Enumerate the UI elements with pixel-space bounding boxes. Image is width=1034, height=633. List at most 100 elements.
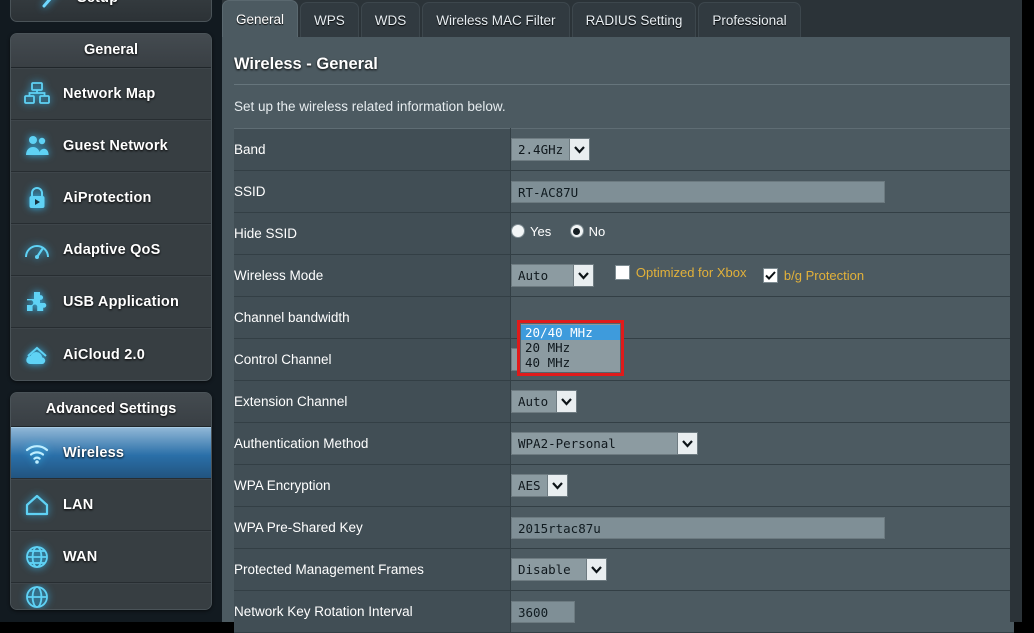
auth-method-select[interactable]: WPA2-Personal <box>511 432 698 455</box>
table-row: SSID RT-AC87U <box>234 170 1014 213</box>
wand-icon <box>25 0 77 21</box>
row-label-wireless-mode: Wireless Mode <box>234 254 511 297</box>
sidebar-item-wireless-label: Wireless <box>63 445 125 461</box>
row-label-pmf: Protected Management Frames <box>234 548 511 591</box>
table-row: Hide SSID Yes No <box>234 212 1014 255</box>
table-row: WPA Pre-Shared Key 2015rtac87u <box>234 506 1014 549</box>
tab-wireless-mac-filter[interactable]: Wireless MAC Filter <box>422 2 570 37</box>
sidebar-item-setup-label: Setup <box>77 0 118 6</box>
sidebar-item-adaptive-qos[interactable]: Adaptive QoS <box>11 224 211 276</box>
sidebar-item-lan[interactable]: LAN <box>11 479 211 531</box>
tab-professional[interactable]: Professional <box>698 2 801 37</box>
chevron-down-icon <box>586 559 606 580</box>
globe-icon <box>11 531 63 583</box>
tab-radius-setting[interactable]: RADIUS Setting <box>571 2 697 37</box>
sidebar-item-guest-network[interactable]: Guest Network <box>11 120 211 172</box>
sidebar-group-general: General Network Map Guest Network AiProt… <box>10 33 212 381</box>
guest-network-icon <box>11 120 63 172</box>
channel-bandwidth-dropdown-highlight: 20/40 MHz 20 MHz 40 MHz <box>517 320 624 376</box>
row-label-key-rotation: Network Key Rotation Interval <box>234 590 511 633</box>
table-row: WPA Encryption AES <box>234 464 1014 507</box>
row-label-channel-bandwidth: Channel bandwidth <box>234 296 511 339</box>
row-label-wpa-psk: WPA Pre-Shared Key <box>234 506 511 549</box>
table-row: Authentication Method WPA2-Personal <box>234 422 1014 465</box>
row-label-wpa-encryption: WPA Encryption <box>234 464 511 507</box>
key-rotation-input[interactable]: 3600 <box>511 600 575 623</box>
checkbox-indicator <box>614 264 630 280</box>
wireless-mode-select[interactable]: Auto <box>511 264 594 287</box>
hide-ssid-yes-radio[interactable]: Yes <box>511 224 551 239</box>
sidebar: Setup General Network Map Guest Network <box>0 0 222 622</box>
network-map-icon <box>11 68 63 120</box>
chevron-down-icon <box>677 433 697 454</box>
main-area: General WPS WDS Wireless MAC Filter RADI… <box>222 0 1022 633</box>
gauge-icon <box>11 224 63 276</box>
wpa-encryption-select[interactable]: AES <box>511 474 568 497</box>
sidebar-item-aiprotection-label: AiProtection <box>63 190 152 206</box>
channel-bandwidth-dropdown-list[interactable]: 20/40 MHz 20 MHz 40 MHz <box>520 323 621 373</box>
router-admin-screen: Setup General Network Map Guest Network <box>0 0 1034 633</box>
sidebar-item-network-map[interactable]: Network Map <box>11 68 211 120</box>
sidebar-item-adaptive-qos-label: Adaptive QoS <box>63 242 161 258</box>
wireless-general-form: Band 2.4GHz SSID RT-AC87U Hide SSID Yes … <box>234 128 1014 633</box>
dropdown-option-20mhz[interactable]: 20 MHz <box>521 340 620 355</box>
optimized-for-xbox-checkbox[interactable]: Optimized for Xbox <box>614 264 747 280</box>
table-row: Band 2.4GHz <box>234 128 1014 171</box>
optimized-for-xbox-label: Optimized for Xbox <box>635 264 747 280</box>
sidebar-item-partial[interactable] <box>11 583 211 609</box>
band-select-value: 2.4GHz <box>518 142 564 157</box>
panel-right-filler <box>1010 0 1022 622</box>
table-row: Wireless Mode Auto Optimized for Xbox b/… <box>234 254 1014 297</box>
globe-icon <box>11 584 63 609</box>
right-black-edge <box>1022 0 1034 622</box>
sidebar-item-setup[interactable]: Setup <box>11 0 211 21</box>
row-label-control-channel: Control Channel <box>234 338 511 381</box>
page-title: Wireless - General <box>234 55 378 73</box>
row-label-band: Band <box>234 128 511 171</box>
radio-indicator-selected <box>569 224 584 239</box>
dropdown-option-20-40mhz[interactable]: 20/40 MHz <box>521 325 620 340</box>
band-select[interactable]: 2.4GHz <box>511 138 591 161</box>
tab-general[interactable]: General <box>222 0 299 37</box>
table-row: Channel bandwidth <box>234 296 1014 339</box>
puzzle-icon <box>11 276 63 328</box>
sidebar-advanced-header: Advanced Settings <box>11 393 211 427</box>
sidebar-item-network-map-label: Network Map <box>63 86 156 102</box>
radio-indicator <box>511 224 525 239</box>
lock-shield-icon <box>11 172 63 224</box>
row-label-hide-ssid: Hide SSID <box>234 212 511 255</box>
extension-channel-select[interactable]: Auto <box>511 390 577 413</box>
chevron-down-icon <box>547 475 567 496</box>
auth-method-value: WPA2-Personal <box>518 436 616 451</box>
bg-protection-label: b/g Protection <box>783 267 865 283</box>
ssid-input[interactable]: RT-AC87U <box>511 180 885 203</box>
tab-wps[interactable]: WPS <box>300 2 359 37</box>
row-label-ssid: SSID <box>234 170 511 213</box>
home-icon <box>11 479 63 531</box>
sidebar-item-wireless[interactable]: Wireless <box>11 427 211 479</box>
tab-wds[interactable]: WDS <box>360 2 421 37</box>
wpa-psk-input[interactable]: 2015rtac87u <box>511 516 885 539</box>
hide-ssid-no-radio[interactable]: No <box>569 223 606 239</box>
wpa-encryption-value: AES <box>518 478 541 493</box>
sidebar-general-header: General <box>11 34 211 68</box>
sidebar-item-wan[interactable]: WAN <box>11 531 211 583</box>
page-subtitle: Set up the wireless related information … <box>234 99 506 114</box>
sidebar-item-aicloud[interactable]: AiCloud 2.0 <box>11 328 211 380</box>
sidebar-item-usb-application[interactable]: USB Application <box>11 276 211 328</box>
row-label-auth-method: Authentication Method <box>234 422 511 465</box>
dropdown-option-40mhz[interactable]: 40 MHz <box>521 355 620 370</box>
bg-protection-checkbox[interactable]: b/g Protection <box>762 267 865 283</box>
hide-ssid-no-label: No <box>588 223 606 239</box>
sidebar-item-guest-network-label: Guest Network <box>63 138 168 154</box>
extension-channel-value: Auto <box>518 394 549 409</box>
pmf-select[interactable]: Disable <box>511 558 607 581</box>
tab-bar: General WPS WDS Wireless MAC Filter RADI… <box>222 0 1022 37</box>
wireless-mode-value: Auto <box>518 268 549 283</box>
sidebar-item-aiprotection[interactable]: AiProtection <box>11 172 211 224</box>
table-row: Extension Channel Auto <box>234 380 1014 423</box>
pmf-value: Disable <box>518 562 571 577</box>
hide-ssid-yes-label: Yes <box>530 223 552 239</box>
wifi-icon <box>11 427 63 479</box>
chevron-down-icon <box>573 265 593 286</box>
